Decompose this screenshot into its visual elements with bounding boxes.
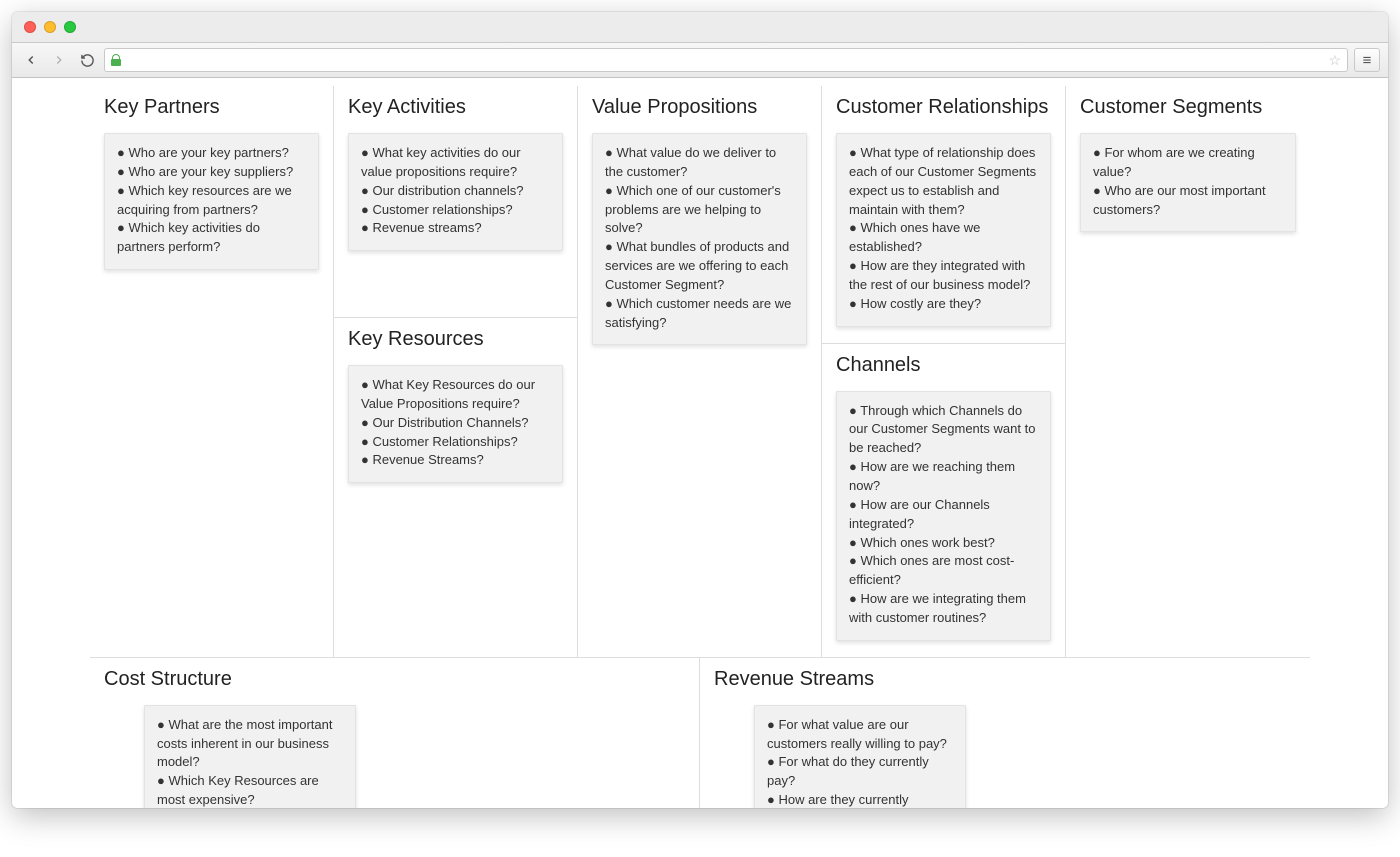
card-line: ● How are we integrating them with custo…	[849, 590, 1038, 628]
block-key-activities: Key Activities ● What key activities do …	[334, 86, 577, 318]
page-viewport: Key Partners ● Who are your key partners…	[12, 78, 1388, 808]
card-line: ● How are they currently paying?	[767, 791, 953, 808]
card-line: ● What value do we deliver to the custom…	[605, 144, 794, 182]
block-key-partners: Key Partners ● Who are your key partners…	[90, 86, 334, 657]
business-model-canvas: Key Partners ● Who are your key partners…	[90, 78, 1310, 808]
reload-button[interactable]	[76, 49, 98, 71]
block-title: Customer Relationships	[836, 96, 1051, 119]
lock-icon	[111, 54, 121, 66]
block-cost-structure: Cost Structure ● What are the most impor…	[90, 658, 700, 808]
card-line: ● Which ones have we established?	[849, 219, 1038, 257]
card-line: ● For whom are we creating value?	[1093, 144, 1283, 182]
card-line: ● What are the most important costs inhe…	[157, 716, 343, 773]
browser-window: ☆ ≡ Key Partners ● Who are your key part…	[12, 12, 1388, 808]
browser-toolbar: ☆ ≡	[12, 42, 1388, 78]
block-customer-segments: Customer Segments ● For whom are we crea…	[1066, 86, 1310, 657]
card-value-propositions[interactable]: ● What value do we deliver to the custom…	[592, 133, 807, 345]
bookmark-star-icon[interactable]: ☆	[1328, 52, 1341, 69]
card-line: ● For what do they currently pay?	[767, 753, 953, 791]
block-revenue-streams: Revenue Streams ● For what value are our…	[700, 658, 1310, 808]
card-line: ● What key activities do our value propo…	[361, 144, 550, 182]
card-line: ● Which ones are most cost-efficient?	[849, 552, 1038, 590]
card-line: ● What bundles of products and services …	[605, 238, 794, 295]
card-key-resources[interactable]: ● What Key Resources do our Value Propos…	[348, 365, 563, 483]
window-maximize-button[interactable]	[64, 21, 76, 33]
card-line: ● Which key activities do partners perfo…	[117, 219, 306, 257]
block-key-resources: Key Resources ● What Key Resources do ou…	[334, 318, 577, 558]
card-line: ● Our Distribution Channels?	[361, 414, 550, 433]
card-line: ● Customer Relationships?	[361, 433, 550, 452]
card-line: ● Which Key Resources are most expensive…	[157, 772, 343, 808]
card-line: ● Revenue streams?	[361, 219, 550, 238]
card-customer-relationships[interactable]: ● What type of relationship does each of…	[836, 133, 1051, 327]
card-line: ● Our distribution channels?	[361, 182, 550, 201]
block-column-activities-resources: Key Activities ● What key activities do …	[334, 86, 578, 657]
card-line: ● Who are your key partners?	[117, 144, 306, 163]
card-line: ● Which customer needs are we satisfying…	[605, 295, 794, 333]
card-line: ● How are our Channels integrated?	[849, 496, 1038, 534]
card-line: ● How are they integrated with the rest …	[849, 257, 1038, 295]
card-line: ● Which ones work best?	[849, 534, 1038, 553]
card-line: ● Through which Channels do our Customer…	[849, 402, 1038, 459]
card-line: ● Customer relationships?	[361, 201, 550, 220]
block-title: Value Propositions	[592, 96, 807, 119]
card-line: ● What type of relationship does each of…	[849, 144, 1038, 219]
card-revenue-streams[interactable]: ● For what value are our customers reall…	[754, 705, 966, 808]
card-key-activities[interactable]: ● What key activities do our value propo…	[348, 133, 563, 251]
window-minimize-button[interactable]	[44, 21, 56, 33]
block-channels: Channels ● Through which Channels do our…	[822, 344, 1065, 657]
window-title-bar	[12, 12, 1388, 42]
card-line: ● What Key Resources do our Value Propos…	[361, 376, 550, 414]
card-channels[interactable]: ● Through which Channels do our Customer…	[836, 391, 1051, 641]
address-bar[interactable]: ☆	[104, 48, 1348, 72]
block-value-propositions: Value Propositions ● What value do we de…	[578, 86, 822, 657]
card-key-partners[interactable]: ● Who are your key partners? ● Who are y…	[104, 133, 319, 270]
window-close-button[interactable]	[24, 21, 36, 33]
card-line: ● Which key resources are we acquiring f…	[117, 182, 306, 220]
block-title: Key Partners	[104, 96, 319, 119]
block-title: Channels	[836, 354, 1051, 377]
card-line: ● How are we reaching them now?	[849, 458, 1038, 496]
card-line: ● Who are our most important customers?	[1093, 182, 1283, 220]
block-column-relationships-channels: Customer Relationships ● What type of re…	[822, 86, 1066, 657]
forward-button[interactable]	[48, 49, 70, 71]
block-title: Revenue Streams	[714, 668, 1296, 691]
card-line: ● Revenue Streams?	[361, 451, 550, 470]
block-title: Key Activities	[348, 96, 563, 119]
back-button[interactable]	[20, 49, 42, 71]
card-cost-structure[interactable]: ● What are the most important costs inhe…	[144, 705, 356, 808]
browser-menu-button[interactable]: ≡	[1354, 48, 1380, 72]
block-title: Key Resources	[348, 328, 563, 351]
block-title: Cost Structure	[104, 668, 685, 691]
block-customer-relationships: Customer Relationships ● What type of re…	[822, 86, 1065, 344]
card-line: ● For what value are our customers reall…	[767, 716, 953, 754]
card-line: ● How costly are they?	[849, 295, 1038, 314]
card-line: ● Who are your key suppliers?	[117, 163, 306, 182]
card-line: ● Which one of our customer's problems a…	[605, 182, 794, 239]
block-title: Customer Segments	[1080, 96, 1296, 119]
card-customer-segments[interactable]: ● For whom are we creating value? ● Who …	[1080, 133, 1296, 232]
